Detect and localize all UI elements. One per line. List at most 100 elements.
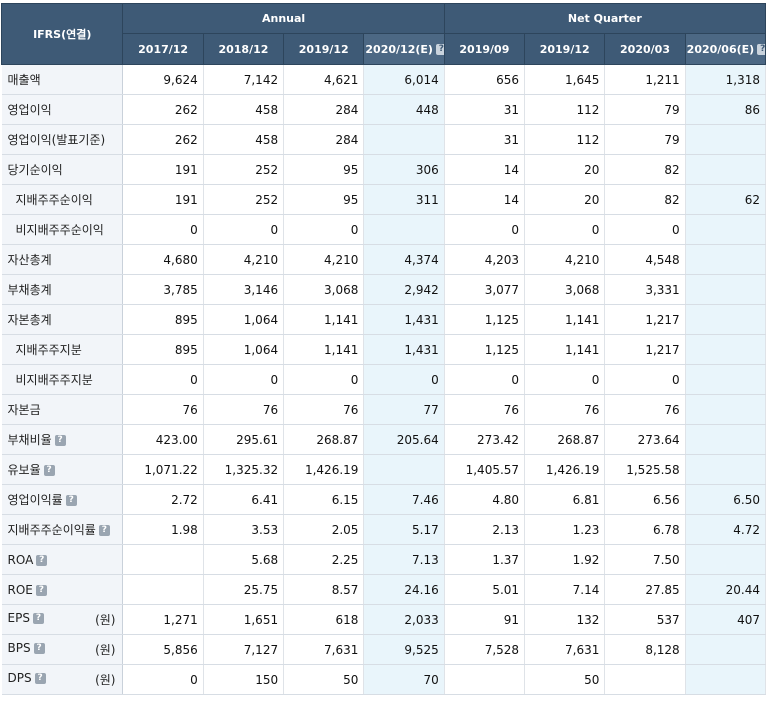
value-cell: 3,068 (524, 274, 606, 305)
row-label-cell: 부채총계 (1, 274, 124, 305)
row-label-cell: EPS? (원) (1, 604, 124, 635)
help-icon[interactable]: ? (757, 44, 765, 55)
value-cell (685, 154, 767, 185)
table-row: 비지배주주지분 0 0 0 0 0 0 0 (1, 364, 767, 395)
financial-table: IFRS(연결) Annual Net Quarter 2017/12 2018/… (0, 3, 767, 695)
value-cell: 2,942 (363, 274, 445, 305)
value-cell: 4,548 (604, 244, 686, 275)
row-label: ROA (7, 552, 34, 567)
value-cell: 76 (524, 394, 606, 425)
value-cell: 0 (122, 214, 204, 245)
value-cell: 70 (363, 664, 445, 695)
value-cell: 0 (604, 364, 686, 395)
value-cell: 86 (685, 94, 767, 125)
value-cell: 20 (524, 154, 606, 185)
quarter-header: Net Quarter (443, 3, 767, 34)
help-icon[interactable]: ? (435, 44, 444, 55)
table-row: 자본총계 895 1,064 1,141 1,431 1,125 1,141 1,217 (1, 304, 767, 335)
value-cell: 6,014 (363, 64, 445, 95)
period-label: 2020/06(E) (686, 42, 755, 56)
value-cell: 268.87 (524, 424, 606, 455)
value-cell: 4,210 (524, 244, 606, 275)
row-label-cell: 지배주주순이익률? (1, 514, 124, 545)
value-cell: 448 (363, 94, 445, 125)
period-label: 2018/12 (218, 42, 269, 56)
value-cell: 284 (283, 94, 365, 125)
value-cell: 1.98 (122, 514, 204, 545)
value-cell: 311 (363, 184, 445, 215)
value-cell: 1,141 (524, 304, 606, 335)
row-label-cell: 부채비율? (1, 424, 124, 455)
row-label: 매출액 (7, 73, 41, 87)
help-icon[interactable]: ? (98, 525, 110, 536)
period-header: 2020/06(E)? (684, 33, 767, 65)
value-cell: 76 (122, 394, 204, 425)
value-cell: 76 (283, 394, 365, 425)
row-label-cell: 영업이익 (1, 94, 124, 125)
help-icon[interactable]: ? (33, 643, 45, 654)
value-cell: 1,125 (444, 334, 526, 365)
value-cell (122, 544, 204, 575)
value-cell: 6.78 (604, 514, 686, 545)
value-cell: 1,651 (203, 604, 285, 635)
period-label: 2019/12 (539, 42, 590, 56)
annual-header: Annual (122, 3, 445, 34)
value-cell: 95 (283, 154, 365, 185)
row-label: 자산총계 (7, 253, 52, 267)
value-cell: 1,141 (283, 334, 365, 365)
value-cell (685, 664, 767, 695)
value-cell: 1,405.57 (444, 454, 526, 485)
table-row: 지배주주순이익 191 252 95 311 14 20 82 62 (1, 184, 767, 215)
value-cell: 0 (283, 214, 365, 245)
value-cell: 7,127 (203, 634, 285, 665)
table-row: 부채비율? 423.00 295.61 268.87 205.64 273.42 268.8… (1, 424, 767, 455)
value-cell (363, 124, 445, 155)
value-cell: 4,621 (283, 64, 365, 95)
value-cell: 0 (524, 214, 606, 245)
value-cell: 191 (122, 154, 204, 185)
value-cell: 1,141 (283, 304, 365, 335)
table-row: ROA? 5.68 2.25 7.13 1.37 1.92 7.50 (1, 544, 767, 575)
help-icon[interactable]: ? (34, 673, 46, 684)
help-icon[interactable]: ? (65, 495, 77, 506)
value-cell: 262 (122, 124, 204, 155)
value-cell: 1,271 (122, 604, 204, 635)
row-label-cell: 영업이익률? (1, 484, 124, 515)
help-icon[interactable]: ? (32, 613, 44, 624)
value-cell: 252 (203, 184, 285, 215)
value-cell: 273.64 (604, 424, 686, 455)
help-icon[interactable]: ? (36, 554, 48, 566)
period-label: 2020/12(E) (365, 42, 433, 56)
row-label: 지배주주순이익률 (7, 523, 96, 537)
value-cell: 4,210 (283, 244, 365, 275)
value-cell (685, 214, 767, 245)
table-row: 자산총계 4,680 4,210 4,210 4,374 4,203 4,210 4,548 (1, 244, 767, 275)
value-cell: 306 (363, 154, 445, 185)
value-cell: 273.42 (444, 424, 526, 455)
row-label: 비지배주주지분 (15, 373, 93, 387)
help-icon[interactable]: ? (43, 465, 55, 476)
value-cell: 458 (203, 94, 285, 125)
value-cell: 2.72 (122, 484, 204, 515)
value-cell (685, 274, 767, 305)
value-cell: 7.50 (604, 544, 686, 575)
row-label-cell: 지배주주지분 (1, 334, 124, 365)
row-label: 지배주주지분 (15, 343, 82, 357)
period-header: 2019/12 (524, 33, 606, 65)
help-icon[interactable]: ? (35, 584, 47, 596)
value-cell: 1,217 (604, 334, 686, 365)
row-label-cell: 자본금 (1, 394, 124, 425)
value-cell (685, 544, 767, 575)
row-label-cell: 당기순이익 (1, 154, 124, 185)
table-header: IFRS(연결) Annual Net Quarter 2017/12 2018/… (0, 3, 767, 65)
value-cell: 27.85 (604, 574, 686, 605)
row-label: DPS (7, 671, 32, 685)
row-label-cell: BPS? (원) (1, 634, 124, 665)
value-cell: 6.81 (524, 484, 606, 515)
value-cell (685, 634, 767, 665)
table-row: DPS? (원) 0 150 50 70 50 (1, 664, 767, 695)
value-cell: 1,217 (604, 304, 686, 335)
value-cell: 0 (283, 364, 365, 395)
help-icon[interactable]: ? (54, 435, 66, 446)
unit-label: (원) (95, 613, 116, 627)
